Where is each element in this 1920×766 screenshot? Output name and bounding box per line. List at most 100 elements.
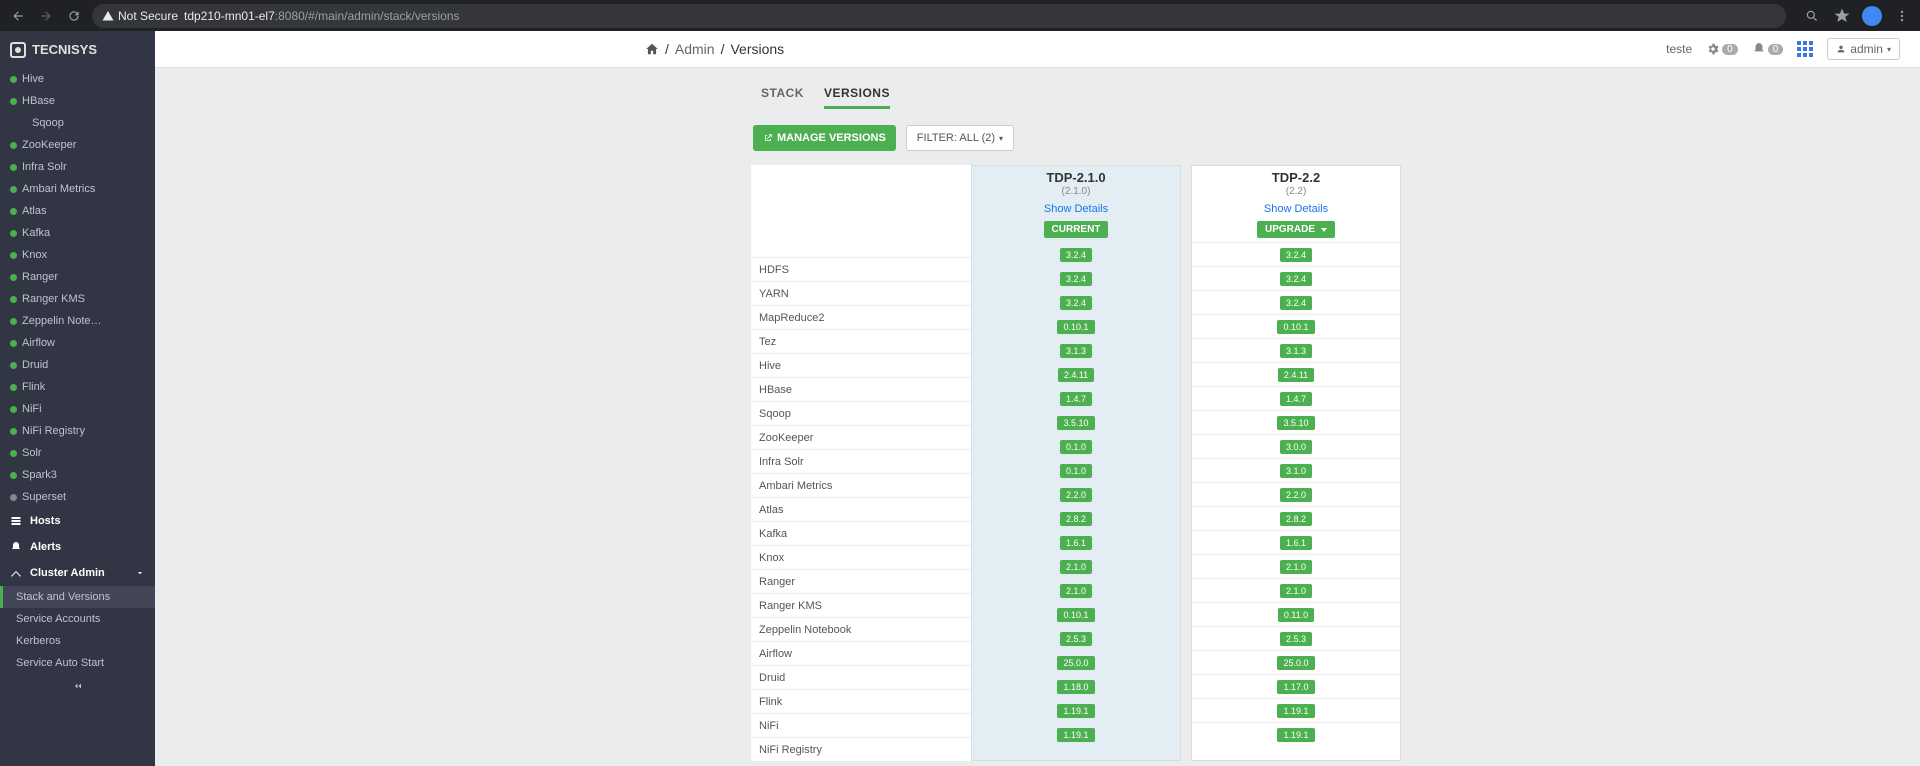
service-row-label: Airflow <box>751 641 971 665</box>
alerts-button[interactable]: 0 <box>1752 42 1784 56</box>
version-cell: 0.10.1 <box>1192 314 1400 338</box>
sidebar-item-nifi-registry[interactable]: NiFi Registry <box>0 420 155 442</box>
upgrade-button[interactable]: UPGRADE <box>1257 221 1335 238</box>
nav-hosts[interactable]: Hosts <box>0 508 155 534</box>
version-title: TDP-2.1.0 <box>972 166 1180 188</box>
zoom-icon[interactable] <box>1802 6 1822 26</box>
sidebar-item-sqoop[interactable]: Sqoop <box>0 112 155 134</box>
version-badge: 25.0.0 <box>1277 656 1314 670</box>
home-icon[interactable] <box>645 42 659 56</box>
status-dot <box>10 186 17 193</box>
cluster-name[interactable]: teste <box>1666 42 1692 56</box>
version-badge: 2.1.0 <box>1280 584 1312 598</box>
version-badge: 2.8.2 <box>1060 512 1092 526</box>
sidebar-item-druid[interactable]: Druid <box>0 354 155 376</box>
sidebar-item-spark3[interactable]: Spark3 <box>0 464 155 486</box>
service-row-label: HBase <box>751 377 971 401</box>
reload-button[interactable] <box>64 6 84 26</box>
sidebar-item-ranger-kms[interactable]: Ranger KMS <box>0 288 155 310</box>
version-cell: 3.1.3 <box>972 338 1180 362</box>
url-bar[interactable]: Not Secure tdp210-mn01-el7:8080/#/main/a… <box>92 4 1786 28</box>
sidebar-item-infra-solr[interactable]: Infra Solr <box>0 156 155 178</box>
kebab-icon[interactable] <box>1892 6 1912 26</box>
version-cell: 3.2.4 <box>1192 242 1400 266</box>
sidebar-item-solr[interactable]: Solr <box>0 442 155 464</box>
sidebar-item-superset[interactable]: Superset <box>0 486 155 508</box>
sidebar-item-zeppelin-note-[interactable]: Zeppelin Note… <box>0 310 155 332</box>
sidebar-item-label: NiFi Registry <box>22 425 85 437</box>
sidebar-item-label: Spark3 <box>22 469 57 481</box>
sidebar-item-label: Kafka <box>22 227 50 239</box>
version-cell: 0.1.0 <box>972 458 1180 482</box>
filter-dropdown[interactable]: FILTER: ALL (2) ▾ <box>906 125 1014 151</box>
sidebar-item-label: Infra Solr <box>22 161 67 173</box>
version-cell: 0.10.1 <box>972 314 1180 338</box>
subnav-stack-and-versions[interactable]: Stack and Versions <box>0 586 155 608</box>
version-badge: 2.4.11 <box>1278 368 1314 382</box>
subnav-kerberos[interactable]: Kerberos <box>0 630 155 652</box>
status-dot <box>10 208 17 215</box>
version-cell: 2.8.2 <box>1192 506 1400 530</box>
collapse-sidebar-button[interactable] <box>0 674 155 698</box>
chevron-down-icon <box>135 568 145 578</box>
service-row-label: ZooKeeper <box>751 425 971 449</box>
sidebar-item-ranger[interactable]: Ranger <box>0 266 155 288</box>
version-cell: 2.4.11 <box>1192 362 1400 386</box>
topbar: / Admin / Versions teste 0 0 admin ▾ <box>155 31 1920 68</box>
sidebar-item-airflow[interactable]: Airflow <box>0 332 155 354</box>
browser-chrome: Not Secure tdp210-mn01-el7:8080/#/main/a… <box>0 0 1920 31</box>
status-dot <box>10 164 17 171</box>
sidebar-item-label: Ranger <box>22 271 58 283</box>
sidebar-item-flink[interactable]: Flink <box>0 376 155 398</box>
crumb-versions: Versions <box>730 41 784 57</box>
sidebar-item-label: Ranger KMS <box>22 293 85 305</box>
version-cell: 2.8.2 <box>972 506 1180 530</box>
crumb-admin[interactable]: Admin <box>675 41 715 57</box>
show-details-link[interactable]: Show Details <box>1044 203 1108 215</box>
bookmark-icon[interactable] <box>1832 6 1852 26</box>
service-row-label: MapReduce2 <box>751 305 971 329</box>
logo-icon <box>10 42 26 58</box>
profile-avatar[interactable] <box>1862 6 1882 26</box>
version-cell: 2.5.3 <box>972 626 1180 650</box>
service-row-label: Tez <box>751 329 971 353</box>
sidebar-item-label: Zeppelin Note… <box>22 315 102 327</box>
sidebar-item-ambari-metrics[interactable]: Ambari Metrics <box>0 178 155 200</box>
service-row-label: YARN <box>751 281 971 305</box>
subnav-service-accounts[interactable]: Service Accounts <box>0 608 155 630</box>
service-row-label: Knox <box>751 545 971 569</box>
tab-stack[interactable]: STACK <box>761 82 804 109</box>
user-dropdown[interactable]: admin ▾ <box>1827 38 1900 60</box>
version-cell: 1.17.0 <box>1192 674 1400 698</box>
nav-cluster-admin[interactable]: Cluster Admin <box>0 560 155 586</box>
ops-button[interactable]: 0 <box>1706 42 1738 56</box>
nav-alerts[interactable]: Alerts <box>0 534 155 560</box>
sidebar-item-label: Solr <box>22 447 42 459</box>
sidebar-item-atlas[interactable]: Atlas <box>0 200 155 222</box>
version-badge: 0.10.1 <box>1057 320 1094 334</box>
version-cell: 2.4.11 <box>972 362 1180 386</box>
current-button[interactable]: CURRENT <box>1044 221 1109 238</box>
version-cell: 3.2.4 <box>1192 290 1400 314</box>
version-cell: 2.2.0 <box>1192 482 1400 506</box>
sidebar-item-hbase[interactable]: HBase <box>0 90 155 112</box>
tab-versions[interactable]: VERSIONS <box>824 82 890 109</box>
sidebar-item-kafka[interactable]: Kafka <box>0 222 155 244</box>
version-badge: 1.6.1 <box>1280 536 1312 550</box>
show-details-link[interactable]: Show Details <box>1264 203 1328 215</box>
brand[interactable]: TECNISYS <box>0 31 155 68</box>
version-cell: 1.6.1 <box>1192 530 1400 554</box>
manage-versions-button[interactable]: MANAGE VERSIONS <box>753 125 896 151</box>
sidebar-item-label: NiFi <box>22 403 42 415</box>
forward-button[interactable] <box>36 6 56 26</box>
back-button[interactable] <box>8 6 28 26</box>
version-badge: 3.1.3 <box>1060 344 1092 358</box>
apps-icon[interactable] <box>1797 41 1813 57</box>
sidebar-item-hive[interactable]: Hive <box>0 68 155 90</box>
sidebar-item-zookeeper[interactable]: ZooKeeper <box>0 134 155 156</box>
version-badge: 3.5.10 <box>1057 416 1094 430</box>
sidebar-item-knox[interactable]: Knox <box>0 244 155 266</box>
sidebar-item-nifi[interactable]: NiFi <box>0 398 155 420</box>
subnav-service-auto-start[interactable]: Service Auto Start <box>0 652 155 674</box>
status-dot <box>10 76 17 83</box>
